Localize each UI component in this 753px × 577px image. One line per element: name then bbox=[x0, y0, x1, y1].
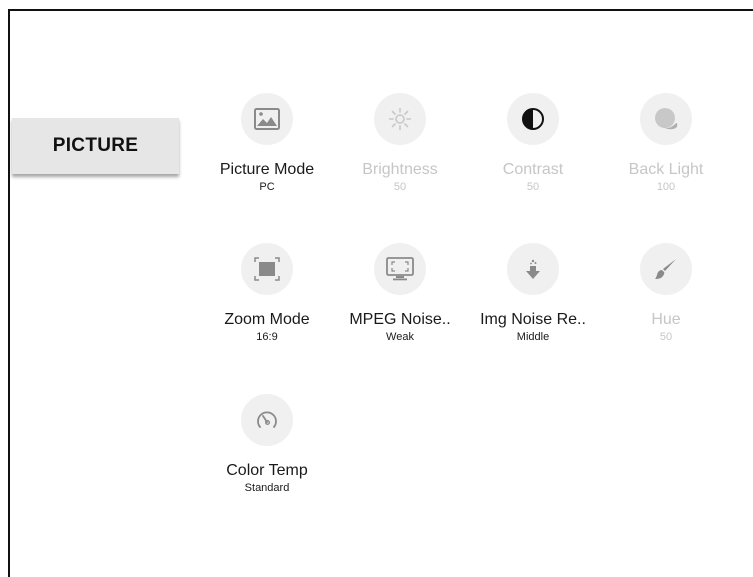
setting-label: Contrast bbox=[502, 161, 564, 178]
setting-value: Weak bbox=[386, 331, 414, 343]
setting-hue[interactable]: Hue 50 bbox=[606, 243, 726, 353]
setting-label: Zoom Mode bbox=[224, 311, 310, 328]
setting-contrast[interactable]: Contrast 50 bbox=[473, 93, 593, 203]
setting-img-noise-reduction[interactable]: Img Noise Re.. Middle bbox=[473, 243, 593, 353]
setting-value: 50 bbox=[526, 181, 540, 193]
setting-value: 50 bbox=[659, 331, 673, 343]
setting-value: 16:9 bbox=[256, 331, 278, 343]
setting-label: Color Temp bbox=[226, 462, 308, 479]
backlight-icon bbox=[640, 93, 692, 145]
setting-value: PC bbox=[259, 181, 275, 193]
setting-value: 100 bbox=[656, 181, 676, 193]
setting-label: MPEG Noise.. bbox=[349, 311, 451, 328]
tab-picture-label: PICTURE bbox=[52, 135, 139, 156]
setting-value: Standard bbox=[244, 482, 290, 494]
setting-label: Brightness bbox=[362, 161, 438, 178]
setting-label: Hue bbox=[651, 311, 681, 328]
monitor-noise-icon bbox=[374, 243, 426, 295]
brush-icon bbox=[640, 243, 692, 295]
setting-picture-mode[interactable]: Picture Mode PC bbox=[207, 93, 327, 203]
setting-back-light[interactable]: Back Light 100 bbox=[606, 93, 726, 203]
noise-reduction-icon bbox=[507, 243, 559, 295]
sun-icon bbox=[374, 93, 426, 145]
gauge-icon bbox=[241, 394, 293, 446]
setting-label: Back Light bbox=[628, 161, 704, 178]
setting-zoom-mode[interactable]: Zoom Mode 16:9 bbox=[207, 243, 327, 353]
setting-value: 50 bbox=[393, 181, 407, 193]
setting-value: Middle bbox=[516, 331, 550, 343]
setting-label: Picture Mode bbox=[219, 161, 315, 178]
contrast-icon bbox=[507, 93, 559, 145]
zoom-icon bbox=[241, 243, 293, 295]
image-icon bbox=[241, 93, 293, 145]
setting-brightness[interactable]: Brightness 50 bbox=[340, 93, 460, 203]
setting-color-temp[interactable]: Color Temp Standard bbox=[207, 394, 327, 504]
setting-mpeg-noise[interactable]: MPEG Noise.. Weak bbox=[340, 243, 460, 353]
setting-label: Img Noise Re.. bbox=[480, 311, 586, 328]
tab-picture[interactable]: PICTURE bbox=[12, 118, 179, 174]
